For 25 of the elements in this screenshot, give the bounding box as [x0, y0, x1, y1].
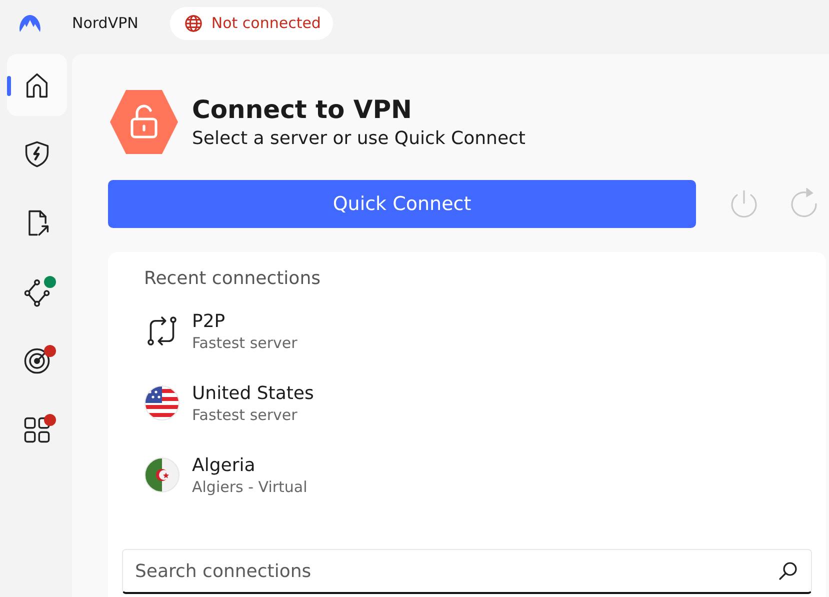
flag-icon: [144, 385, 180, 421]
app-name: NordVPN: [72, 14, 138, 32]
connection-name: United States: [192, 382, 314, 404]
page-title: Connect to VPN: [192, 95, 413, 124]
logo-icon: [18, 13, 42, 33]
globe-icon: [184, 14, 204, 32]
quick-connect-button[interactable]: Quick Connect: [108, 180, 696, 228]
connection-detail: Algiers - Virtual: [192, 478, 308, 496]
connection-detail: Fastest server: [192, 334, 298, 352]
connection-status: Not connected: [170, 6, 333, 40]
connection-item[interactable]: P2P Fastest server: [122, 301, 812, 361]
connection-name: P2P: [192, 310, 226, 332]
section-title: Recent connections: [144, 268, 322, 289]
connection-item[interactable]: United States Fastest server: [122, 373, 812, 433]
target-icon: [22, 346, 52, 376]
search-field[interactable]: Search connections: [122, 549, 812, 594]
connection-name: Algeria: [192, 454, 256, 476]
nav-item[interactable]: [7, 54, 67, 116]
search-icon[interactable]: [778, 561, 798, 581]
connection-item[interactable]: Algeria Algiers - Virtual: [122, 445, 812, 505]
network-icon: [22, 277, 52, 307]
page-subtitle: Select a server or use Quick Connect: [192, 128, 526, 149]
grid-icon: [22, 415, 52, 445]
flag-icon: [144, 457, 180, 493]
connection-detail: Fastest server: [192, 406, 298, 424]
